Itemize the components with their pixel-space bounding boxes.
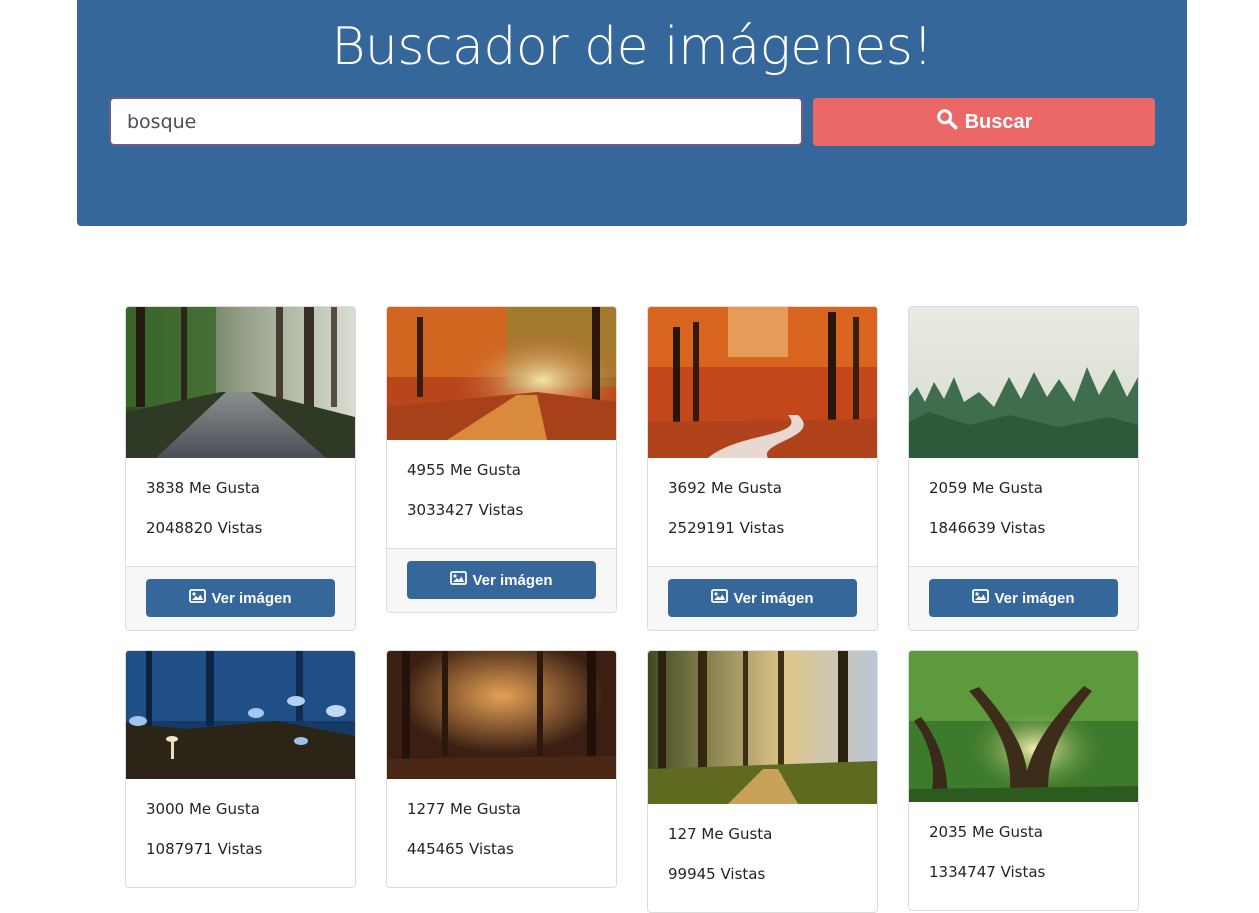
search-header: Buscador de imágenes! Buscar	[77, 0, 1187, 226]
likes-count: 2059 Me Gusta	[929, 479, 1043, 497]
views-count: 99945 Vistas	[668, 865, 766, 883]
result-image	[909, 307, 1138, 458]
likes-count: 3692 Me Gusta	[668, 479, 782, 497]
view-image-button[interactable]: Ver imágen	[146, 579, 335, 617]
views-count: 1334747 Vistas	[929, 863, 1046, 881]
view-image-label: Ver imágen	[994, 589, 1075, 607]
views-count: 1846639 Vistas	[929, 519, 1046, 537]
views-count: 3033427 Vistas	[407, 501, 524, 519]
result-card: 4955 Me Gusta 3033427 Vistas Ver imágen	[386, 306, 617, 613]
search-icon	[936, 108, 958, 136]
search-input[interactable]	[109, 97, 803, 146]
result-image	[126, 651, 355, 779]
views-count: 2529191 Vistas	[668, 519, 785, 537]
view-image-button[interactable]: Ver imágen	[668, 579, 857, 617]
likes-count: 127 Me Gusta	[668, 825, 773, 843]
image-icon	[189, 589, 207, 607]
result-image	[909, 651, 1138, 802]
image-icon	[711, 589, 729, 607]
result-image	[648, 307, 877, 458]
image-icon	[450, 571, 468, 589]
likes-count: 2035 Me Gusta	[929, 823, 1043, 841]
result-image	[387, 651, 616, 779]
result-card: 127 Me Gusta 99945 Vistas	[647, 650, 878, 913]
result-card: 3000 Me Gusta 1087971 Vistas	[125, 650, 356, 888]
result-image	[126, 307, 355, 458]
image-icon	[972, 589, 990, 607]
card-footer: Ver imágen	[648, 566, 877, 630]
result-image	[387, 307, 616, 440]
card-footer: Ver imágen	[387, 548, 616, 612]
likes-count: 1277 Me Gusta	[407, 800, 521, 818]
view-image-label: Ver imágen	[211, 589, 292, 607]
likes-count: 3000 Me Gusta	[146, 800, 260, 818]
search-button-label: Buscar	[964, 110, 1033, 133]
card-footer: Ver imágen	[909, 566, 1138, 630]
page-title: Buscador de imágenes!	[331, 17, 933, 77]
views-count: 1087971 Vistas	[146, 840, 263, 858]
likes-count: 3838 Me Gusta	[146, 479, 260, 497]
view-image-button[interactable]: Ver imágen	[407, 561, 596, 599]
card-footer: Ver imágen	[126, 566, 355, 630]
view-image-label: Ver imágen	[472, 571, 553, 589]
search-button[interactable]: Buscar	[813, 98, 1155, 146]
view-image-label: Ver imágen	[733, 589, 814, 607]
result-image	[648, 651, 877, 804]
result-card: 3692 Me Gusta 2529191 Vistas Ver imágen	[647, 306, 878, 631]
result-card: 1277 Me Gusta 445465 Vistas	[386, 650, 617, 888]
result-card: 2059 Me Gusta 1846639 Vistas Ver imágen	[908, 306, 1139, 631]
likes-count: 4955 Me Gusta	[407, 461, 521, 479]
view-image-button[interactable]: Ver imágen	[929, 579, 1118, 617]
result-card: 3838 Me Gusta 2048820 Vistas Ver imágen	[125, 306, 356, 631]
views-count: 2048820 Vistas	[146, 519, 263, 537]
views-count: 445465 Vistas	[407, 840, 514, 858]
